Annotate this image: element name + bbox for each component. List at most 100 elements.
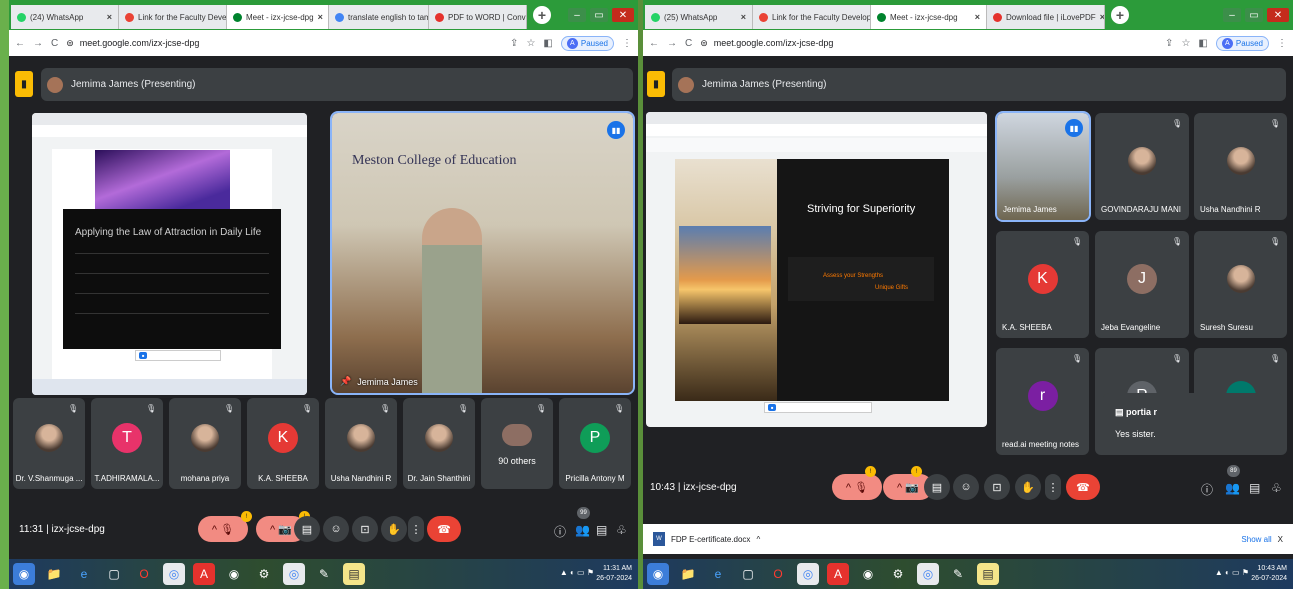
participant-tile[interactable]: 🎙 Dr. Jain Shanthini: [403, 398, 475, 489]
close-download-bar-icon[interactable]: X: [1278, 535, 1283, 544]
tab-pdf-word[interactable]: PDF to WORD | Convert PDF×: [429, 5, 527, 29]
participant-tile[interactable]: 🎙 P Pricilla Antony M: [559, 398, 631, 489]
participant-tile[interactable]: 🎙 K K.A. SHEEBA: [247, 398, 319, 489]
present-button[interactable]: ⊡: [984, 474, 1010, 500]
system-tray[interactable]: ▲ ◐ ▭ ⚑: [1215, 568, 1249, 577]
acrobat-icon[interactable]: A: [827, 563, 849, 585]
chevron-up-icon[interactable]: ^: [756, 535, 760, 544]
notes-icon[interactable]: ▤: [343, 563, 365, 585]
participant-tile[interactable]: 🎙 90 others: [481, 398, 553, 489]
menu-icon[interactable]: ⋮: [622, 38, 632, 49]
system-clock[interactable]: 11:31 AM 26-07-2024: [596, 564, 632, 584]
tab-faculty-link[interactable]: Link for the Faculty Developme×: [753, 5, 871, 29]
tab-meet[interactable]: Meet - izx-jcse-dpg ×: [871, 5, 987, 29]
new-tab-button[interactable]: +: [1111, 6, 1129, 24]
chrome-icon-2[interactable]: ◎: [283, 563, 305, 585]
stop-sharing-button[interactable]: ■: [139, 352, 148, 359]
mic-toggle-button[interactable]: ^ 🎙: [198, 516, 248, 542]
tab-faculty-link[interactable]: Link for the Faculty Developm×: [119, 5, 227, 29]
maximize-icon[interactable]: ▭: [1245, 8, 1263, 22]
presentation-icon[interactable]: ▮: [647, 71, 665, 97]
chrome-icon[interactable]: ◎: [163, 563, 185, 585]
profile-paused-button[interactable]: A Paused: [1215, 35, 1269, 51]
participant-tile[interactable]: 🎙 GOVINDARAJU MANI: [1095, 113, 1189, 220]
close-window-icon[interactable]: ✕: [612, 8, 634, 22]
show-all-link[interactable]: Show all: [1241, 535, 1271, 544]
raise-hand-button[interactable]: ✋: [1015, 474, 1041, 500]
back-icon[interactable]: ←: [15, 38, 25, 49]
maximize-icon[interactable]: ▭: [590, 8, 608, 22]
system-tray[interactable]: ▲ ◐ ▭ ⚑: [560, 568, 594, 577]
close-tab-icon[interactable]: ×: [975, 12, 980, 22]
url-field[interactable]: ⊜ meet.google.com/izx-jcse-dpg: [66, 38, 502, 49]
tab-translate[interactable]: translate english to tamil - Go×: [329, 5, 429, 29]
participant-tile[interactable]: 🎙 T T.ADHIRAMALA...: [91, 398, 163, 489]
pin-icon[interactable]: 📌: [340, 376, 351, 387]
menu-icon[interactable]: ⋮: [1277, 38, 1287, 49]
activities-icon[interactable]: ♧: [1271, 481, 1282, 495]
app-icon[interactable]: ⚙: [887, 563, 909, 585]
tab-meet[interactable]: Meet - izx-jcse-dpg ×: [227, 5, 329, 29]
reactions-button[interactable]: ☺: [323, 516, 349, 542]
opera-icon[interactable]: O: [767, 563, 789, 585]
captions-button[interactable]: ▤: [294, 516, 320, 542]
download-file-name[interactable]: FDP E-certificate.docx: [671, 535, 750, 544]
reload-icon[interactable]: C: [685, 38, 692, 49]
participant-tile[interactable]: 🎙 Suresh Suresu: [1194, 231, 1287, 338]
info-icon[interactable]: ⓘ: [554, 523, 566, 540]
reactions-button[interactable]: ☺: [953, 474, 979, 500]
bookmark-icon[interactable]: ☆: [526, 38, 535, 49]
paint-icon[interactable]: ✎: [947, 563, 969, 585]
system-clock[interactable]: 10:43 AM 26-07-2024: [1251, 564, 1287, 584]
start-icon[interactable]: ◉: [647, 563, 669, 585]
participant-tile[interactable]: 🎙 Usha Nandhini R: [325, 398, 397, 489]
new-tab-button[interactable]: +: [533, 6, 551, 24]
profile-paused-button[interactable]: A Paused: [560, 35, 614, 51]
captions-button[interactable]: ▤: [924, 474, 950, 500]
chrome-icon-2[interactable]: ◎: [917, 563, 939, 585]
notes-icon[interactable]: ▤: [977, 563, 999, 585]
close-tab-icon[interactable]: ×: [107, 12, 112, 22]
reload-icon[interactable]: C: [51, 38, 58, 49]
site-info-icon[interactable]: ⊜: [700, 38, 708, 49]
participant-tile[interactable]: 🎙 Dr. V.Shanmuga ...: [13, 398, 85, 489]
people-icon[interactable]: 👥: [1225, 481, 1240, 495]
people-icon[interactable]: 👥: [575, 523, 590, 537]
minimize-icon[interactable]: –: [1223, 8, 1241, 22]
participant-tile[interactable]: 🎙 J Jeba Evangeline: [1095, 231, 1189, 338]
close-window-icon[interactable]: ✕: [1267, 8, 1289, 22]
tab-whatsapp[interactable]: (24) WhatsApp ×: [11, 5, 119, 29]
leave-call-button[interactable]: ☎: [1066, 474, 1100, 500]
info-icon[interactable]: ⓘ: [1201, 481, 1213, 498]
files-icon[interactable]: ▢: [103, 563, 125, 585]
mic-toggle-button[interactable]: ^ 🎙: [832, 474, 882, 500]
ie-icon[interactable]: e: [707, 563, 729, 585]
more-options-button[interactable]: ⋮: [408, 516, 424, 542]
speaker-video[interactable]: Meston College of Education ▮▮ 📌 Jemima J…: [330, 111, 635, 395]
ie-icon[interactable]: e: [73, 563, 95, 585]
more-options-button[interactable]: ⋮: [1045, 474, 1061, 500]
url-field[interactable]: ⊜ meet.google.com/izx-jcse-dpg: [700, 38, 1157, 49]
start-icon[interactable]: ◉: [13, 563, 35, 585]
stop-sharing-button[interactable]: ■: [768, 404, 777, 411]
close-tab-icon[interactable]: ×: [1100, 12, 1104, 22]
opera-icon[interactable]: O: [133, 563, 155, 585]
raise-hand-button[interactable]: ✋: [381, 516, 407, 542]
close-tab-icon[interactable]: ×: [741, 12, 746, 22]
paint-icon[interactable]: ✎: [313, 563, 335, 585]
activities-icon[interactable]: ♧: [616, 523, 627, 537]
app-icon[interactable]: ⚙: [253, 563, 275, 585]
participant-tile[interactable]: ▮▮ Jemima James: [995, 111, 1091, 222]
minimize-icon[interactable]: –: [568, 8, 586, 22]
forward-icon[interactable]: →: [33, 38, 43, 49]
participant-tile[interactable]: 🎙 r read.ai meeting notes: [996, 348, 1089, 455]
explorer-icon[interactable]: 📁: [677, 563, 699, 585]
presentation-icon[interactable]: ▮: [15, 71, 33, 97]
back-icon[interactable]: ←: [649, 38, 659, 49]
chat-icon[interactable]: ▤: [596, 523, 607, 537]
tab-whatsapp[interactable]: (25) WhatsApp ×: [645, 5, 753, 29]
chat-notification[interactable]: ▤ portia r Yes sister.: [1103, 393, 1283, 455]
sidepanel-icon[interactable]: ◧: [1198, 38, 1207, 49]
tab-ilovepdf[interactable]: Download file | iLovePDF ×: [987, 5, 1105, 29]
bookmark-icon[interactable]: ☆: [1181, 38, 1190, 49]
